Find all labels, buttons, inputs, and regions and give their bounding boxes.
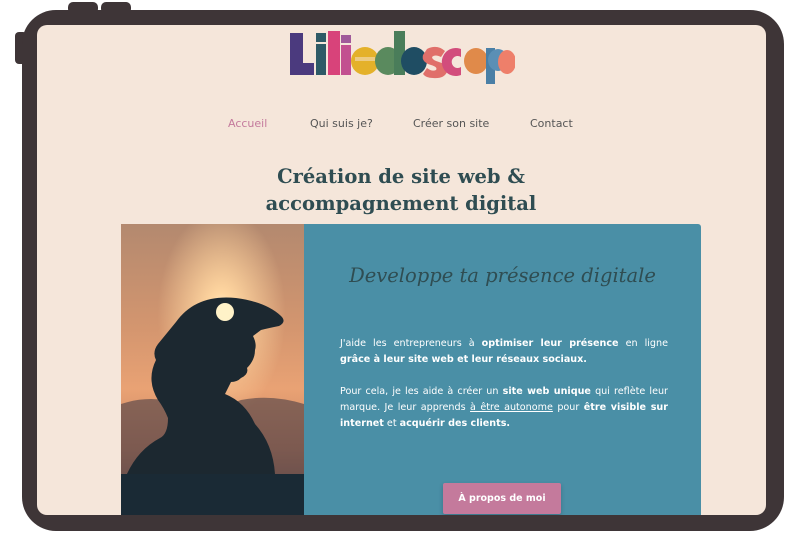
tablet-screen: Liliedoscope Accueil Qui suis je? Créer …: [37, 25, 766, 515]
page-headline: Création de site web & accompagnement di…: [201, 163, 601, 217]
nav-item-accueil[interactable]: Accueil: [228, 117, 267, 130]
headline-line-2: accompagnement digital: [265, 192, 537, 215]
main-nav: Accueil Qui suis je? Créer son site Cont…: [37, 117, 766, 137]
logo-text: Liliedoscope: [290, 87, 291, 88]
method-paragraph: Pour cela, je les aide à créer un site w…: [340, 386, 668, 429]
hero-photo: [121, 224, 304, 515]
card-title: Developpe ta présence digitale: [349, 264, 656, 287]
site-logo[interactable]: Liliedoscope: [290, 27, 515, 87]
nav-item-creer-son-site[interactable]: Créer son site: [413, 117, 489, 130]
about-me-button[interactable]: À propos de moi: [443, 483, 561, 514]
hero-section: Developpe ta présence digitale J'aide le…: [121, 224, 701, 515]
nav-item-contact[interactable]: Contact: [530, 117, 573, 130]
nav-item-qui-suis-je[interactable]: Qui suis je?: [310, 117, 373, 130]
intro-card: Developpe ta présence digitale J'aide le…: [304, 224, 701, 515]
card-text: J'aide les entrepreneurs à optimiser leu…: [340, 336, 668, 448]
intro-paragraph: J'aide les entrepreneurs à optimiser leu…: [340, 338, 668, 365]
autonomy-link[interactable]: à être autonome: [470, 402, 553, 413]
headline-line-1: Création de site web &: [277, 165, 525, 188]
